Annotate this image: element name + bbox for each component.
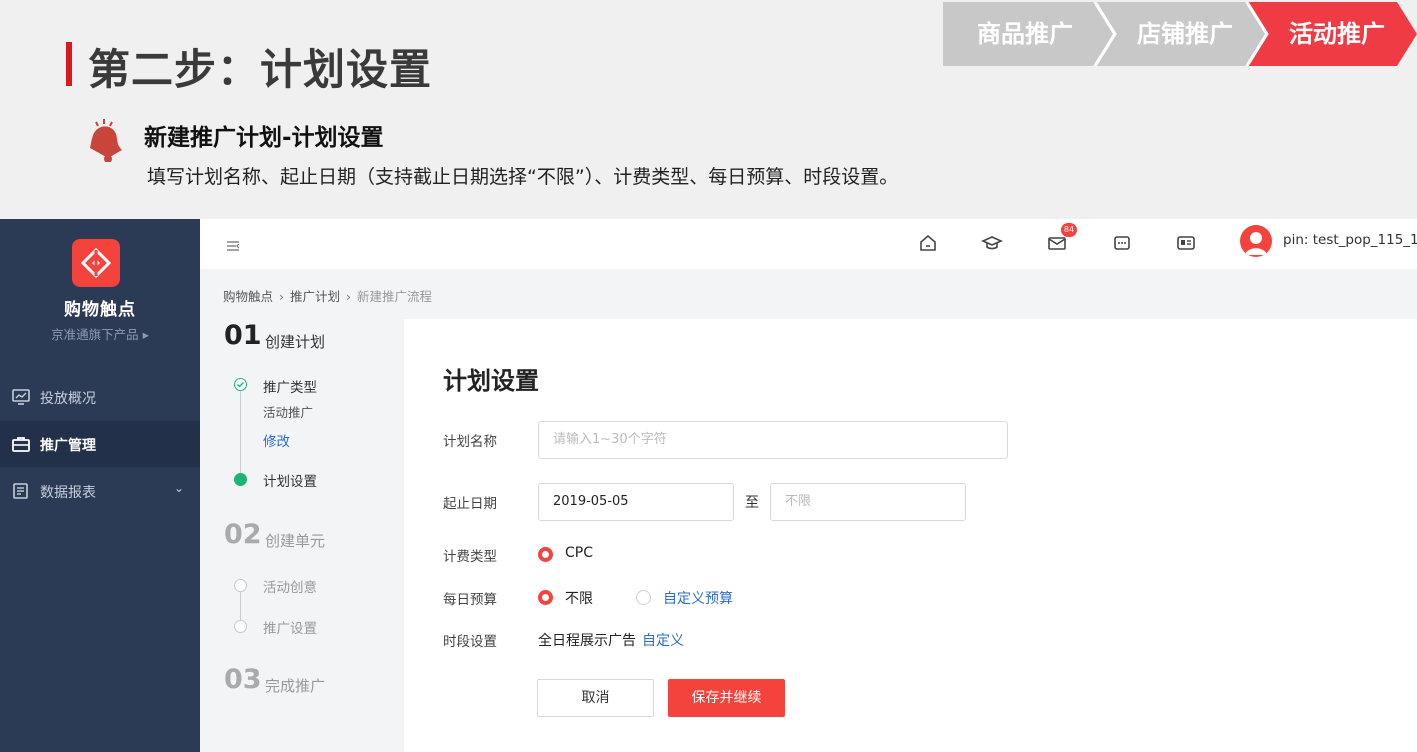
breadcrumb-item[interactable]: 购物触点 — [223, 289, 273, 304]
billing-type-label: 计费类型 — [443, 549, 497, 565]
budget-custom-radio[interactable] — [636, 590, 651, 605]
brand-subtitle[interactable]: 京准通旗下产品 ▸ — [0, 324, 200, 343]
edit-promo-type-link[interactable]: 修改 — [263, 430, 290, 450]
avatar[interactable] — [1240, 225, 1272, 257]
promo-type-label: 推广类型 — [263, 380, 317, 396]
step-label: 创建单元 — [265, 532, 326, 550]
brand-name: 购物触点 — [64, 300, 136, 320]
time-slot-value: 全日程展示广告 — [538, 633, 636, 649]
section-description: 填写计划名称、起止日期（支持截止日期选择“不限”）、计费类型、每日预算、时段设置… — [147, 166, 899, 188]
breadcrumb-current: 新建推广流程 — [357, 289, 433, 304]
start-date-input[interactable]: 2019-05-05 — [538, 483, 734, 521]
sidebar-item-reports[interactable]: 数据报表 ⌄ — [0, 468, 200, 514]
step-number: 01 — [224, 320, 262, 351]
sidebar: 购物触点 京准通旗下产品 ▸ 投放概况 推广管理 数据报表 ⌄ — [0, 219, 200, 752]
step-connector — [240, 391, 241, 476]
sidebar-item-label: 推广管理 — [40, 438, 96, 454]
pending-step-dot — [234, 579, 247, 592]
form-title: 计划设置 — [443, 367, 539, 395]
chevron-label: 活动推广 — [1289, 20, 1385, 48]
report-icon — [12, 483, 30, 499]
step-label: 创建计划 — [265, 333, 326, 351]
plan-setting-step: 计划设置 — [263, 474, 317, 490]
plan-name-label: 计划名称 — [443, 434, 497, 450]
creative-step: 活动创意 — [263, 580, 317, 596]
sidebar-item-label: 数据报表 — [40, 485, 96, 501]
time-slot-label: 时段设置 — [443, 634, 497, 650]
plan-settings-form: 计划设置 计划名称 请输入1~30个字符 起止日期 2019-05-05 至 不… — [404, 319, 1417, 752]
save-continue-button[interactable]: 保存并继续 — [668, 679, 785, 717]
promo-setting-step: 推广设置 — [263, 621, 317, 637]
cpc-radio[interactable] — [538, 547, 553, 562]
chevron-label: 店铺推广 — [1137, 20, 1233, 48]
promotion-type-chevrons: 商品推广 店铺推广 活动推广 — [943, 2, 1417, 66]
promo-type-value: 活动推广 — [263, 405, 314, 420]
slide-title: 第二步：计划设置 — [88, 45, 433, 94]
step-number: 03 — [224, 664, 262, 695]
check-circle-icon — [234, 378, 247, 391]
home-icon[interactable] — [917, 232, 939, 254]
title-accent-bar — [66, 42, 72, 86]
chat-icon[interactable] — [1111, 232, 1133, 254]
briefcase-icon — [12, 436, 30, 452]
daily-budget-label: 每日预算 — [443, 592, 497, 608]
monitor-icon — [12, 389, 30, 405]
graduation-cap-icon[interactable] — [981, 232, 1003, 254]
app-screenshot: 购物触点 京准通旗下产品 ▸ 投放概况 推广管理 数据报表 ⌄ 84 pin: … — [0, 219, 1417, 752]
app-logo — [72, 239, 120, 287]
chevron-store-promo: 店铺推广 — [1095, 2, 1265, 66]
sidebar-item-label: 投放概况 — [40, 391, 96, 407]
sidebar-item-promotion[interactable]: 推广管理 — [0, 421, 200, 467]
id-card-icon[interactable] — [1175, 232, 1197, 254]
top-bar: 84 pin: test_pop_115_1 — [200, 219, 1417, 269]
pending-step-dot — [234, 620, 247, 633]
plan-name-input[interactable]: 请输入1~30个字符 — [538, 421, 1008, 459]
budget-unlimited-radio[interactable] — [538, 590, 553, 605]
slide-header: 第二步：计划设置 商品推广 店铺推广 活动推广 新建推广计划-计划设置 填写计划… — [0, 0, 1417, 218]
sidebar-item-overview[interactable]: 投放概况 — [0, 374, 200, 420]
menu-fold-icon[interactable] — [227, 237, 240, 251]
chevron-label: 商品推广 — [977, 20, 1073, 48]
chevron-activity-promo: 活动推广 — [1247, 2, 1417, 66]
bell-icon — [82, 118, 124, 163]
step-connector — [240, 590, 241, 620]
chevron-down-icon: ⌄ — [174, 481, 185, 495]
chevron-product-promo: 商品推广 — [943, 2, 1113, 66]
date-range-separator: 至 — [745, 495, 759, 511]
budget-unlimited-label[interactable]: 不限 — [565, 588, 593, 608]
breadcrumb-item[interactable]: 推广计划 — [290, 289, 340, 304]
step-label: 完成推广 — [265, 677, 326, 695]
cancel-button[interactable]: 取消 — [537, 679, 654, 717]
step-navigator: 01 创建计划 推广类型 活动推广 修改 计划设置 02 创建单元 活动创意 推… — [200, 319, 404, 752]
section-subtitle: 新建推广计划-计划设置 — [144, 125, 384, 151]
end-date-input[interactable]: 不限 — [770, 483, 966, 521]
user-pin[interactable]: pin: test_pop_115_1 — [1283, 232, 1417, 248]
budget-custom-label[interactable]: 自定义预算 — [663, 588, 733, 608]
cpc-radio-label[interactable]: CPC — [565, 545, 593, 561]
date-range-label: 起止日期 — [443, 496, 497, 512]
time-slot-custom-link[interactable]: 自定义 — [642, 630, 684, 650]
breadcrumb: 购物触点 › 推广计划 › 新建推广流程 — [223, 289, 433, 304]
step-number: 02 — [224, 519, 262, 550]
mail-count-badge: 84 — [1061, 223, 1077, 237]
current-step-dot — [234, 473, 247, 486]
